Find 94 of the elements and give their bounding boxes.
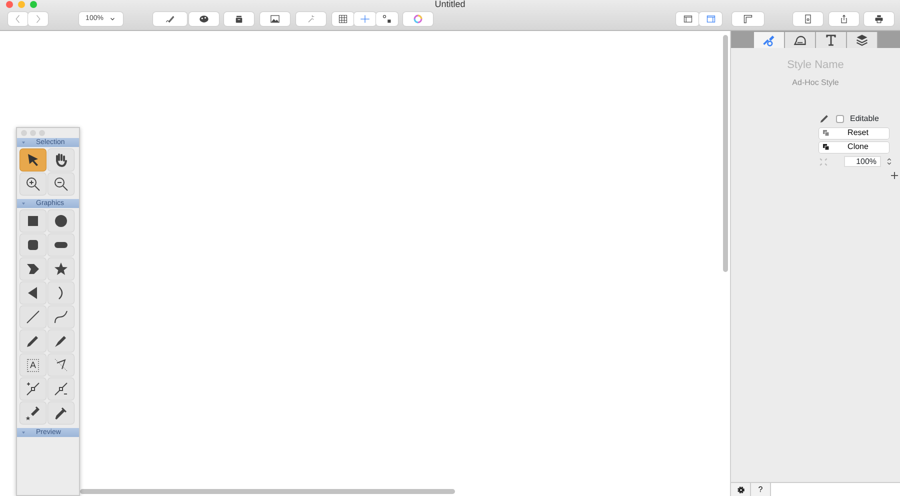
protractor-icon [792,33,806,47]
zoom-in-icon [25,176,41,192]
text-format-icon [824,33,838,47]
circle-icon [53,213,69,229]
tool-button[interactable] [20,282,46,304]
window-layout-icon [706,14,716,24]
tool-button[interactable] [20,330,46,352]
tool-button[interactable] [48,330,74,352]
style-name-field[interactable]: Ad-Hoc Style [760,76,870,88]
scale-field[interactable]: 100% [844,156,881,167]
palette-button[interactable] [189,12,219,26]
pen-tool-button[interactable] [153,12,187,26]
pencil-icon [25,333,41,349]
scrollbar-thumb[interactable] [723,35,728,272]
window-control-dot[interactable] [30,130,36,136]
image-button[interactable] [260,12,290,26]
color-wheel-icon [412,14,422,24]
colors-button[interactable] [402,12,432,26]
tool-button[interactable]: A [20,354,46,376]
document-icon [803,14,813,24]
tool-button[interactable] [20,378,46,400]
stepper-icon[interactable] [886,157,891,166]
tool-button[interactable] [20,258,46,280]
inspector-tab[interactable] [816,32,846,48]
clone-button[interactable]: Clone [819,142,889,152]
square-icon [25,213,41,229]
print-button[interactable] [864,12,894,26]
pencil-icon [819,113,830,124]
inspector-tab[interactable] [754,32,784,48]
share-button[interactable] [829,12,859,26]
tool-button[interactable] [20,306,46,328]
window-layout-icon [682,14,692,24]
snap-button[interactable] [376,12,398,26]
printer-icon [874,14,884,24]
polygon-icon [25,261,41,277]
style-icon [762,33,776,47]
tool-button[interactable] [48,149,74,171]
add-icon[interactable] [891,172,898,178]
window-control-dot[interactable] [21,130,27,136]
inspector-tab[interactable] [784,32,816,48]
tool-button[interactable] [20,210,46,232]
ruler-icon [743,14,753,24]
tool-button[interactable] [48,173,74,195]
editable-label: Editable [850,112,879,124]
tool-button[interactable] [48,282,74,304]
share-icon [839,14,849,24]
magic-wand-icon [306,14,316,24]
tool-button[interactable] [20,173,46,195]
sidebar-toggle-button[interactable] [676,12,699,26]
tool-button[interactable] [20,402,46,424]
document-inspector-button[interactable] [793,12,823,26]
tool-button[interactable] [48,378,74,400]
curve-icon [53,309,69,325]
snap-icon [382,14,392,24]
rounded-square-icon [25,237,41,253]
scale-icon [819,156,828,166]
line-icon [25,309,41,325]
tool-button[interactable] [20,149,46,171]
inspector-tab[interactable] [846,32,878,48]
window-title: Untitled [434,0,466,10]
tool-button[interactable] [48,402,74,424]
editable-checkbox[interactable] [836,114,844,122]
scrollbar-thumb[interactable] [80,489,455,494]
stencil-button[interactable] [224,12,254,26]
tool-button[interactable] [48,354,74,376]
rulers-button[interactable] [732,12,764,26]
image-icon [270,14,280,24]
pen-icon [165,14,175,24]
settings-icon [736,484,746,494]
arrow-pointer-icon [25,152,41,168]
dropper-star-icon [25,405,41,421]
close-button[interactable] [6,1,13,8]
tool-button[interactable] [48,234,74,256]
add-point-icon [25,381,41,397]
star-icon [53,261,69,277]
search-field[interactable] [771,483,900,496]
zoom-out-icon [53,176,69,192]
remove-point-icon [53,381,69,397]
window-control-dot[interactable] [39,130,45,136]
angle-point-icon [53,357,69,373]
dropper-icon [53,405,69,421]
grid-icon [338,14,348,24]
tool-button[interactable] [48,210,74,232]
layers-icon [854,33,868,47]
hand-icon [53,152,69,168]
inspector-toggle-button[interactable] [699,12,722,26]
pen-icon [53,333,69,349]
grid-button[interactable] [332,12,354,26]
tool-button[interactable] [48,306,74,328]
crosshair-icon [360,14,370,24]
style-name: Style Name [786,58,845,73]
reset-button[interactable]: Reset [819,128,889,138]
tool-button[interactable] [20,234,46,256]
tool-button[interactable] [48,258,74,280]
